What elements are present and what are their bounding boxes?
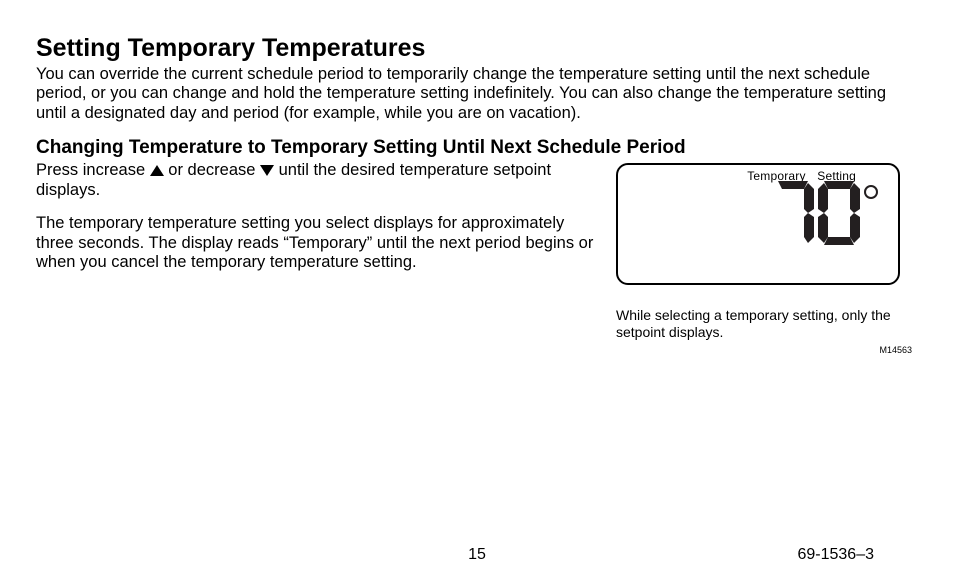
figure-code: M14563	[879, 345, 912, 355]
digit-seven	[772, 179, 814, 247]
manual-page: Setting Temporary Temperatures You can o…	[0, 0, 954, 566]
lcd-temperature-digits	[772, 179, 860, 252]
digit-zero	[818, 179, 860, 247]
decrease-triangle-icon	[260, 165, 274, 176]
degree-symbol-icon	[864, 185, 878, 199]
instruction-p2: The temporary temperature setting you se…	[36, 214, 596, 272]
document-number: 69-1536–3	[797, 546, 874, 564]
page-heading: Setting Temporary Temperatures	[36, 34, 918, 63]
p1-part-b: or decrease	[164, 161, 260, 179]
intro-paragraph: You can override the current schedule pe…	[36, 65, 918, 123]
page-number: 15	[468, 546, 486, 564]
two-column-layout: Press increase or decrease until the des…	[36, 161, 918, 341]
lcd-illustration: Temporary Setting	[616, 163, 916, 341]
display-illustration-column: Temporary Setting	[616, 161, 916, 341]
section-subheading: Changing Temperature to Temporary Settin…	[36, 137, 918, 159]
instruction-p1: Press increase or decrease until the des…	[36, 161, 596, 200]
p1-part-a: Press increase	[36, 161, 150, 179]
increase-triangle-icon	[150, 165, 164, 176]
lcd-frame: Temporary Setting	[616, 163, 900, 285]
figure-caption: While selecting a temporary setting, onl…	[616, 307, 916, 341]
instruction-text: Press increase or decrease until the des…	[36, 161, 596, 341]
